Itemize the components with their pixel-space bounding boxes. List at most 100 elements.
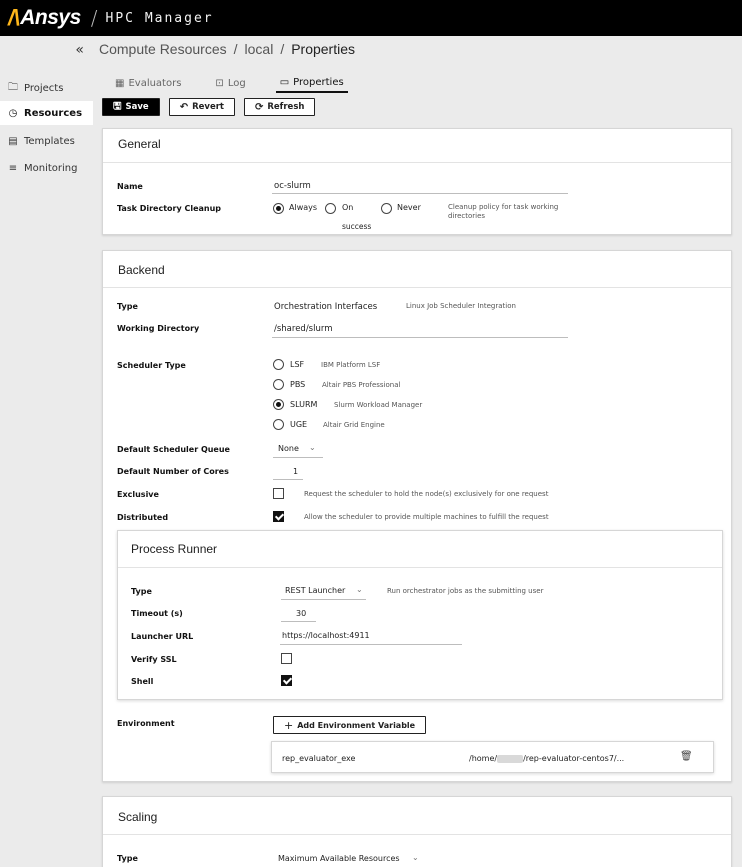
- monitoring-icon: ≡: [8, 162, 18, 174]
- type-value: Orchestration Interfaces: [274, 302, 378, 312]
- revert-button[interactable]: ↶ Revert: [168, 98, 235, 116]
- redacted-username: [497, 754, 524, 763]
- breadcrumb: Compute Resources / local / Properties: [99, 41, 355, 57]
- scheduler-lsf-label: LSF: [290, 360, 305, 369]
- cleanup-never-label: Never: [397, 203, 421, 212]
- breadcrumb-separator: /: [280, 41, 285, 57]
- trash-icon[interactable]: 🗑: [680, 751, 693, 762]
- card-divider: [103, 834, 731, 835]
- collapse-sidebar-icon[interactable]: «: [75, 42, 84, 58]
- sidebar-item-resources[interactable]: ◷ Resources: [0, 101, 93, 125]
- shell-checkbox[interactable]: [281, 675, 292, 686]
- cleanup-always-label: Always: [289, 203, 318, 212]
- scheduler-pbs-label: PBS: [290, 380, 306, 389]
- tab-label: Evaluators: [128, 77, 182, 89]
- default-cores-input[interactable]: 1: [293, 467, 298, 476]
- template-icon: ▤: [8, 135, 18, 147]
- exclusive-checkbox[interactable]: [273, 488, 284, 499]
- scheduler-pbs-desc: Altair PBS Professional: [322, 381, 401, 389]
- distributed-label: Distributed: [117, 513, 169, 522]
- scheduler-lsf-radio[interactable]: [273, 359, 284, 370]
- scheduler-uge-desc: Altair Grid Engine: [323, 421, 385, 429]
- cleanup-never-radio[interactable]: [381, 203, 392, 214]
- cleanup-on-success-radio[interactable]: [325, 203, 336, 214]
- sidebar-item-projects[interactable]: 🗀 Projects: [0, 76, 93, 100]
- revert-button-label: Revert: [192, 102, 224, 112]
- tab-properties[interactable]: ▭ Properties: [275, 73, 348, 93]
- general-title: General: [118, 137, 161, 151]
- verify-ssl-label: Verify SSL: [131, 655, 177, 664]
- verify-ssl-checkbox[interactable]: [281, 653, 292, 664]
- scheduler-uge-radio[interactable]: [273, 419, 284, 430]
- toolbar: 🖫 Save ↶ Revert ⟳ Refresh: [102, 98, 316, 116]
- name-label: Name: [117, 182, 143, 191]
- timeout-input[interactable]: 30: [296, 609, 306, 618]
- working-directory-input[interactable]: /shared/slurm: [274, 324, 333, 334]
- breadcrumb-local[interactable]: local: [245, 41, 274, 57]
- env-variable-value[interactable]: /home//rep-evaluator-centos7/...: [469, 754, 624, 763]
- name-input-underline: [272, 193, 568, 194]
- launcher-url-input[interactable]: https://localhost:4911: [282, 631, 370, 640]
- evaluators-icon: ▦: [115, 77, 125, 89]
- refresh-icon: ⟳: [254, 101, 264, 113]
- cleanup-success-label: success: [342, 222, 372, 231]
- scaling-type-select[interactable]: Maximum Available Resources: [278, 854, 400, 863]
- backend-title: Backend: [118, 263, 165, 277]
- card-divider: [103, 287, 731, 288]
- card-divider: [103, 162, 731, 163]
- tab-evaluators[interactable]: ▦ Evaluators: [111, 73, 185, 93]
- runner-type-underline: [281, 599, 366, 600]
- tab-log[interactable]: ⊡ Log: [211, 73, 249, 93]
- distributed-checkbox[interactable]: [273, 511, 284, 522]
- sidebar-item-label: Projects: [24, 82, 64, 94]
- env-variable-name[interactable]: rep_evaluator_exe: [282, 754, 355, 763]
- default-queue-select[interactable]: None: [278, 444, 299, 453]
- scheduler-slurm-radio[interactable]: [273, 399, 284, 410]
- scheduler-type-label: Scheduler Type: [117, 361, 186, 370]
- refresh-button[interactable]: ⟳ Refresh: [243, 98, 316, 116]
- name-input[interactable]: oc-slurm: [274, 181, 311, 191]
- chevron-down-icon[interactable]: ⌄: [412, 853, 419, 862]
- cleanup-always-radio[interactable]: [273, 203, 284, 214]
- sidebar-item-label: Monitoring: [24, 162, 78, 174]
- sidebar-item-templates[interactable]: ▤ Templates: [0, 129, 93, 153]
- breadcrumb-compute-resources[interactable]: Compute Resources: [99, 41, 227, 57]
- scaling-type-label: Type: [117, 854, 138, 863]
- undo-icon: ↶: [179, 101, 189, 113]
- chevron-down-icon[interactable]: ⌄: [309, 443, 316, 452]
- working-directory-label: Working Directory: [117, 324, 200, 333]
- chevron-down-icon[interactable]: ⌄: [356, 585, 363, 594]
- save-button[interactable]: 🖫 Save: [102, 98, 160, 116]
- sidebar-item-monitoring[interactable]: ≡ Monitoring: [0, 156, 93, 180]
- cleanup-hint: Cleanup policy for task working director…: [448, 203, 559, 220]
- sidebar: « 🗀 Projects ◷ Resources ▤ Templates ≡ M…: [0, 36, 93, 867]
- scheduler-pbs-radio[interactable]: [273, 379, 284, 390]
- exclusive-label: Exclusive: [117, 490, 159, 499]
- runner-type-select[interactable]: REST Launcher: [285, 586, 345, 595]
- ansys-logo[interactable]: /\ Ansys: [8, 5, 81, 31]
- properties-icon: ▭: [279, 76, 290, 88]
- scaling-title: Scaling: [118, 810, 158, 824]
- top-bar: /\ Ansys / HPC Manager: [0, 0, 742, 36]
- add-environment-variable-button[interactable]: + Add Environment Variable: [273, 716, 427, 734]
- main-content: Compute Resources / local / Properties ▦ Eva…: [93, 36, 742, 867]
- save-button-label: Save: [125, 102, 149, 112]
- general-card: General Name oc-slurm Task Directory Cle…: [102, 128, 732, 235]
- add-environment-variable-label: Add Environment Variable: [297, 720, 416, 730]
- default-queue-label: Default Scheduler Queue: [117, 445, 230, 454]
- type-label: Type: [117, 302, 138, 311]
- sidebar-item-label: Resources: [24, 107, 83, 119]
- shell-label: Shell: [131, 677, 154, 686]
- default-cores-label: Default Number of Cores: [117, 467, 229, 476]
- cleanup-label: Task Directory Cleanup: [117, 204, 222, 213]
- scheduler-slurm-desc: Slurm Workload Manager: [334, 401, 423, 409]
- distributed-hint: Allow the scheduler to provide multiple …: [304, 513, 549, 521]
- environment-label: Environment: [117, 719, 175, 728]
- cleanup-on-label: On: [342, 203, 354, 212]
- title-separator: /: [90, 6, 98, 30]
- scheduler-slurm-label: SLURM: [290, 400, 318, 409]
- launcher-url-underline: [280, 644, 462, 645]
- log-icon: ⊡: [215, 77, 224, 89]
- app-title: HPC Manager: [105, 10, 214, 26]
- save-icon: 🖫: [113, 100, 122, 112]
